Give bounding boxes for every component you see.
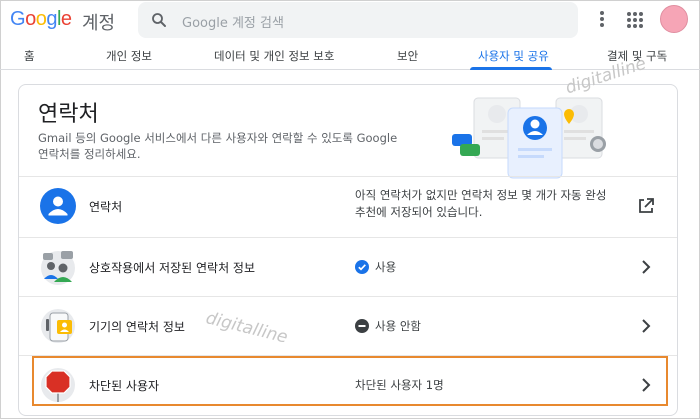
row-label: 기기의 연락처 정보 <box>89 320 185 334</box>
more-vert-icon[interactable] <box>596 10 608 30</box>
chevron-right-icon[interactable] <box>636 316 656 336</box>
list-item-interaction-contacts[interactable]: 상호작용에서 저장된 연락처 정보 사용 <box>19 237 677 295</box>
chevron-right-icon[interactable] <box>636 257 656 277</box>
tab-data-privacy[interactable]: 데이터 및 개인 정보 보호 <box>214 48 334 64</box>
account-label: 계정 <box>82 13 116 34</box>
tab-security[interactable]: 보안 <box>397 48 418 64</box>
people-chat-icon <box>41 251 75 285</box>
row-value: 사용 안함 <box>355 318 421 334</box>
highlight-box <box>32 356 668 406</box>
tab-people-sharing[interactable]: 사용자 및 공유 <box>478 48 549 64</box>
active-tab-indicator <box>470 67 552 70</box>
search-input[interactable]: Google 계정 검색 <box>138 2 578 38</box>
person-icon <box>40 188 76 224</box>
device-contacts-icon <box>41 309 75 343</box>
tab-home[interactable]: 홈 <box>24 48 35 64</box>
list-item-device-contacts[interactable]: 기기의 연락처 정보 사용 안함 <box>19 296 677 354</box>
row-label: 연락처 <box>89 200 123 214</box>
top-bar: Google 계정 Google 계정 검색 <box>0 0 700 40</box>
search-placeholder: Google 계정 검색 <box>182 16 284 31</box>
row-value: 아직 연락처가 없지만 연락처 정보 몇 개가 자동 완성 추천에 저장되어 있… <box>355 188 607 219</box>
avatar[interactable] <box>660 5 688 33</box>
check-circle-icon <box>355 260 369 274</box>
apps-grid-icon[interactable] <box>627 12 643 28</box>
contacts-illustration <box>452 97 606 179</box>
nav-tabs: 홈 개인 정보 데이터 및 개인 정보 보호 보안 사용자 및 공유 결제 및 … <box>0 40 700 70</box>
minus-circle-icon <box>355 319 369 333</box>
row-value: 사용 <box>355 259 396 275</box>
search-icon <box>152 13 166 27</box>
open-in-new-icon[interactable] <box>636 196 656 216</box>
page-title: 연락처 <box>38 102 99 127</box>
google-logo[interactable]: Google <box>10 8 72 31</box>
card-description: Gmail 등의 Google 서비스에서 다른 사용자와 연락할 수 있도록 … <box>38 131 398 161</box>
list-item-contacts[interactable]: 연락처 아직 연락처가 없지만 연락처 정보 몇 개가 자동 완성 추천에 저장… <box>19 176 677 234</box>
tab-personal-info[interactable]: 개인 정보 <box>106 48 152 64</box>
row-label: 상호작용에서 저장된 연락처 정보 <box>89 261 256 275</box>
